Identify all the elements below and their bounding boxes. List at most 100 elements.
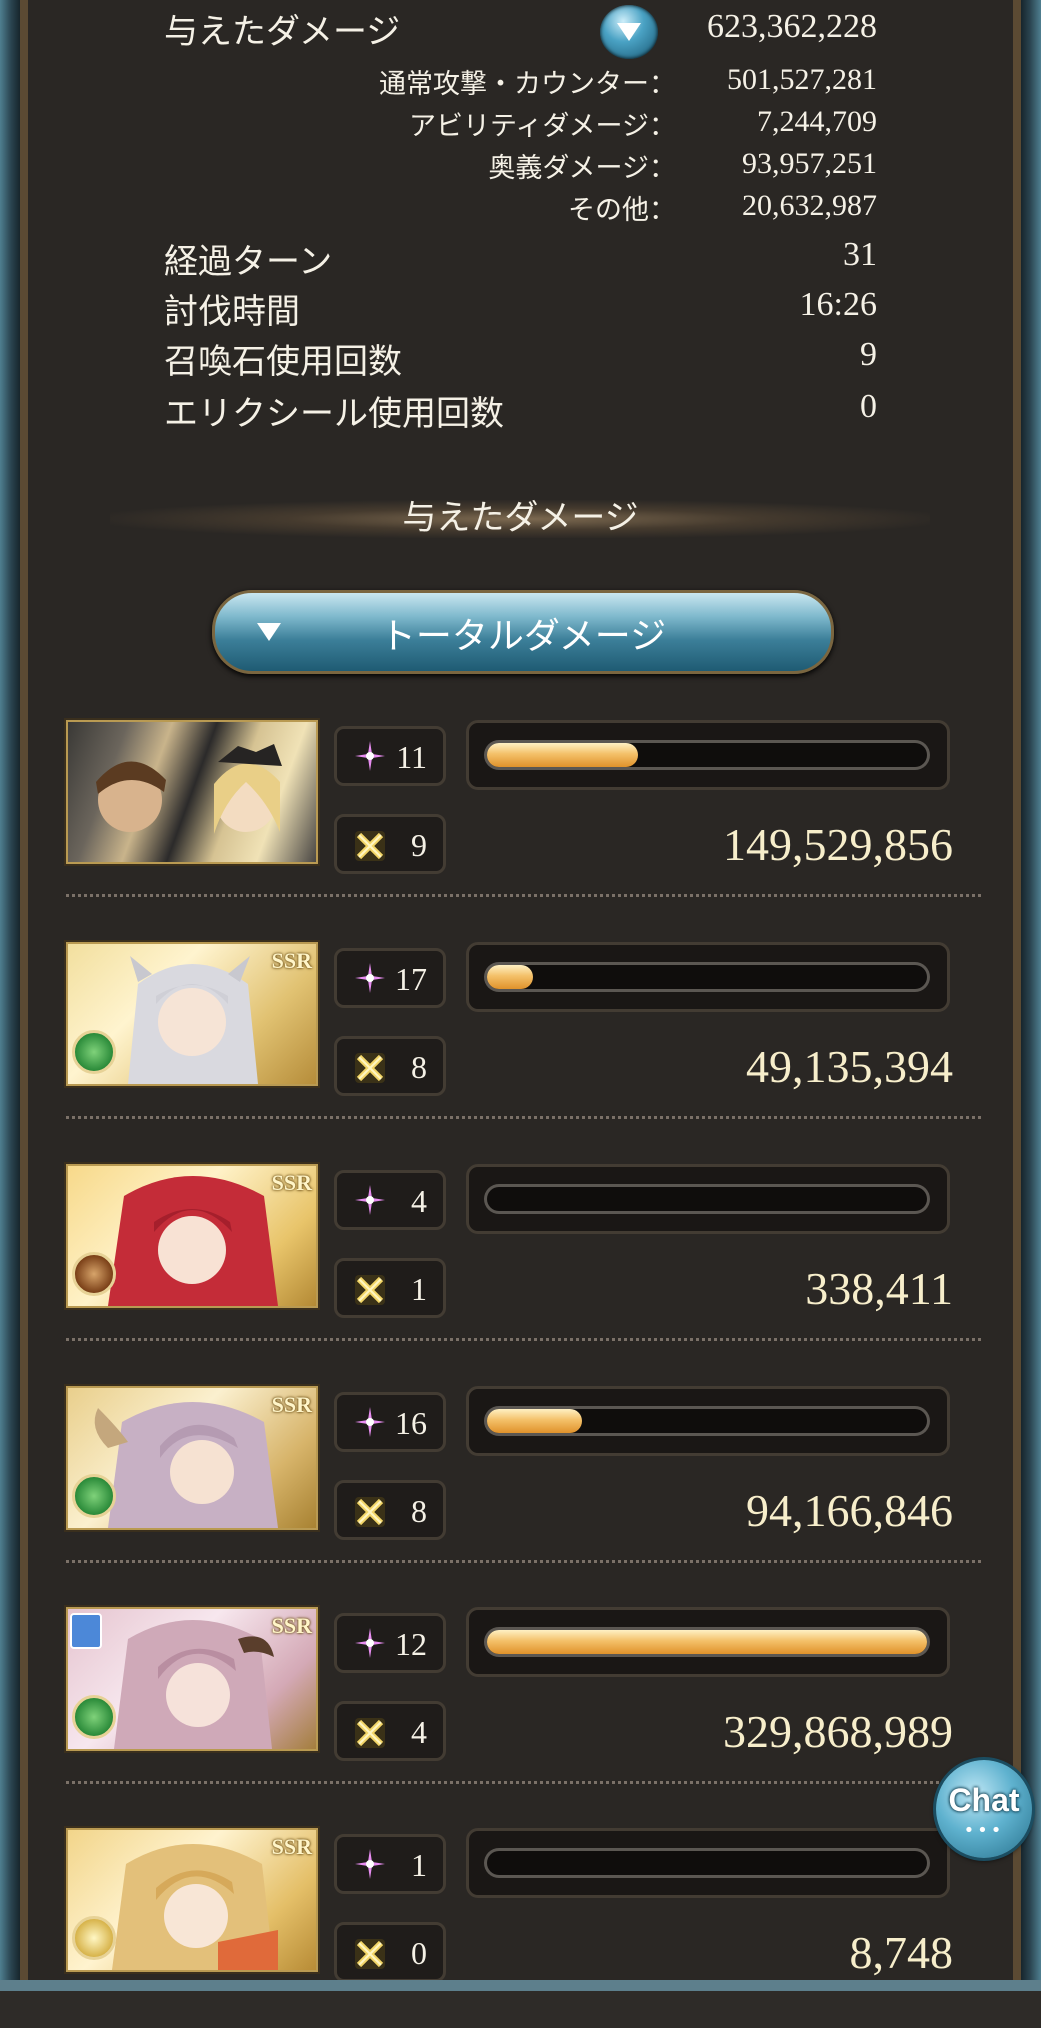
ability-count-box: 17	[334, 948, 446, 1008]
stat-value: 31	[843, 236, 877, 273]
damage-value: 49,135,394	[746, 1041, 953, 1092]
charge-attack-count: 1	[411, 1271, 427, 1307]
stat-value: 0	[860, 388, 877, 425]
damage-value: 8,748	[849, 1927, 954, 1978]
ability-count-box: 16	[334, 1392, 446, 1452]
star-sparkle-icon	[355, 1849, 385, 1879]
charge-attack-count: 8	[411, 1049, 427, 1085]
stat-label: 経過ターン	[164, 242, 333, 282]
row-divider	[66, 894, 981, 897]
breakdown-label: アビリティダメージ：	[408, 111, 676, 142]
row-divider	[66, 1781, 981, 1784]
ability-count-box: 4	[334, 1170, 446, 1230]
row-divider	[66, 1116, 981, 1119]
light-element-icon	[72, 1916, 116, 1960]
ability-count-box: 12	[334, 1613, 446, 1673]
character-portrait[interactable]: SSR	[66, 1607, 318, 1751]
damage-bar-track	[487, 1187, 927, 1211]
breakdown-value: 93,957,251	[742, 147, 877, 180]
fire-element-icon	[72, 1252, 116, 1296]
ssr-badge: SSR	[271, 1392, 312, 1417]
charge-attack-count: 0	[411, 1935, 427, 1971]
damage-bar-track	[487, 965, 927, 989]
bottom-frame	[0, 1980, 1041, 1991]
dropdown-label: トータルダメージ	[379, 616, 667, 657]
damage-bar	[466, 1607, 950, 1677]
chat-button[interactable]: Chat •••	[936, 1760, 1032, 1858]
charge-attack-count-box: 8	[334, 1036, 446, 1096]
crossed-swords-icon	[355, 1275, 385, 1305]
damage-bar-fill	[487, 743, 639, 767]
damage-value: 94,166,846	[746, 1485, 953, 1536]
ssr-badge: SSR	[271, 948, 312, 973]
ability-count: 16	[395, 1405, 427, 1441]
breakdown-value: 20,632,987	[742, 189, 877, 222]
ability-count-box: 11	[334, 726, 446, 786]
damage-bar-track	[487, 1630, 927, 1654]
breakdown-label: その他：	[568, 195, 676, 226]
damage-bar	[466, 942, 950, 1012]
stat-label: 討伐時間	[164, 292, 300, 332]
crossed-swords-icon	[355, 1497, 385, 1527]
crossed-swords-icon	[355, 1939, 385, 1969]
charge-attack-count-box: 8	[334, 1480, 446, 1540]
left-frame	[0, 0, 20, 1991]
ring-icon	[70, 1613, 102, 1649]
right-frame	[1021, 0, 1041, 1991]
row-divider	[66, 1560, 981, 1563]
charge-attack-count: 9	[411, 827, 427, 863]
chevron-down-icon[interactable]	[600, 5, 658, 59]
damage-bar-track	[487, 1851, 927, 1875]
damage-bar-fill	[487, 1630, 927, 1654]
damage-value: 329,868,989	[723, 1706, 953, 1757]
row-divider	[66, 1338, 981, 1341]
star-sparkle-icon	[355, 1628, 385, 1658]
crossed-swords-icon	[355, 1718, 385, 1748]
character-portrait[interactable]: SSR	[66, 942, 318, 1086]
ssr-badge: SSR	[271, 1834, 312, 1859]
star-sparkle-icon	[355, 1407, 385, 1437]
charge-attack-count-box: 1	[334, 1258, 446, 1318]
party-member-row: SSR 16 8 94,166,846	[66, 1386, 981, 1586]
ability-count: 4	[411, 1183, 427, 1219]
damage-bar-fill	[487, 1409, 583, 1433]
ability-count-box: 1	[334, 1834, 446, 1894]
star-sparkle-icon	[355, 1185, 385, 1215]
wind-element-icon	[72, 1695, 116, 1739]
chat-dots: •••	[963, 1820, 1005, 1841]
section-title: 与えたダメージ	[402, 498, 639, 538]
party-member-row: SSR 4 1 338,411	[66, 1164, 981, 1364]
wind-element-icon	[72, 1030, 116, 1074]
party-member-row: SSR 12 4 329,868,989	[66, 1607, 981, 1807]
breakdown-value: 7,244,709	[757, 105, 877, 138]
character-portrait[interactable]: SSR	[66, 1386, 318, 1530]
total-damage-value: 623,362,228	[707, 8, 877, 45]
wind-element-icon	[72, 1474, 116, 1518]
left-frame-trim	[20, 0, 28, 1991]
ability-count: 17	[395, 961, 427, 997]
ability-count: 1	[411, 1847, 427, 1883]
damage-type-dropdown[interactable]: トータルダメージ	[212, 590, 834, 674]
charge-attack-count-box: 0	[334, 1922, 446, 1982]
crossed-swords-icon	[355, 831, 385, 861]
star-sparkle-icon	[355, 963, 385, 993]
damage-bar	[466, 1164, 950, 1234]
charge-attack-count: 8	[411, 1493, 427, 1529]
character-portrait[interactable]: SSR	[66, 1164, 318, 1308]
right-frame-trim	[1013, 0, 1021, 1991]
breakdown-value: 501,527,281	[727, 63, 877, 96]
damage-bar-track	[487, 743, 927, 767]
stat-label: エリクシール使用回数	[164, 394, 504, 434]
character-portrait[interactable]	[66, 720, 318, 864]
ability-count: 12	[395, 1626, 427, 1662]
total-damage-label: 与えたダメージ	[164, 12, 401, 52]
charge-attack-count: 4	[411, 1714, 427, 1750]
damage-value: 338,411	[805, 1263, 953, 1314]
character-portrait[interactable]: SSR	[66, 1828, 318, 1972]
ability-count: 11	[396, 739, 427, 775]
ssr-badge: SSR	[271, 1613, 312, 1638]
party-member-row: SSR 1 0 8,748	[66, 1828, 981, 2028]
crossed-swords-icon	[355, 1053, 385, 1083]
portrait-art	[96, 744, 282, 834]
party-member-row: 11 9 149,529,856	[66, 720, 981, 920]
